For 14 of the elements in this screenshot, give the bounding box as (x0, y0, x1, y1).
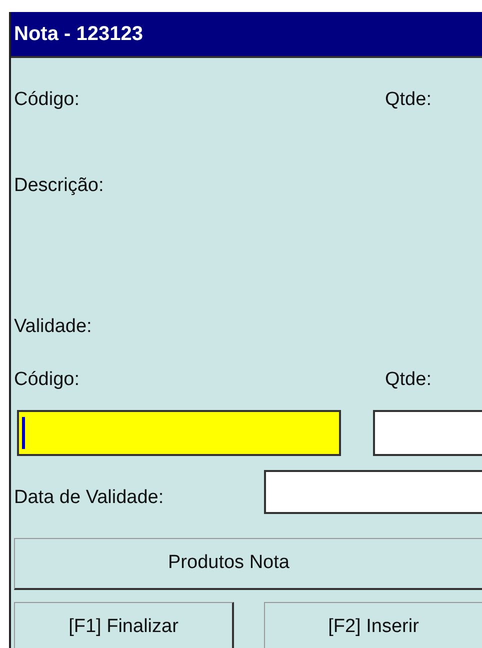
field-label: Código: (14, 88, 80, 112)
field-label: Qtde: (385, 88, 432, 112)
window-title: Nota - 123123 (14, 22, 143, 46)
field-label: Qtde: (385, 368, 432, 392)
function-button[interactable]: [F1] Finalizar (14, 602, 234, 648)
text-cursor (22, 417, 25, 449)
code-input-field[interactable] (17, 410, 341, 456)
expiry-date-input-field[interactable] (264, 470, 482, 514)
function-button[interactable]: [F2] Inserir (264, 602, 482, 648)
field-label: Descrição: (14, 174, 105, 198)
field-label: Código: (14, 368, 80, 392)
field-label: Data de Validade: (14, 486, 165, 510)
products-button[interactable]: Produtos Nota (14, 538, 482, 590)
field-label: Validade: (14, 315, 93, 339)
